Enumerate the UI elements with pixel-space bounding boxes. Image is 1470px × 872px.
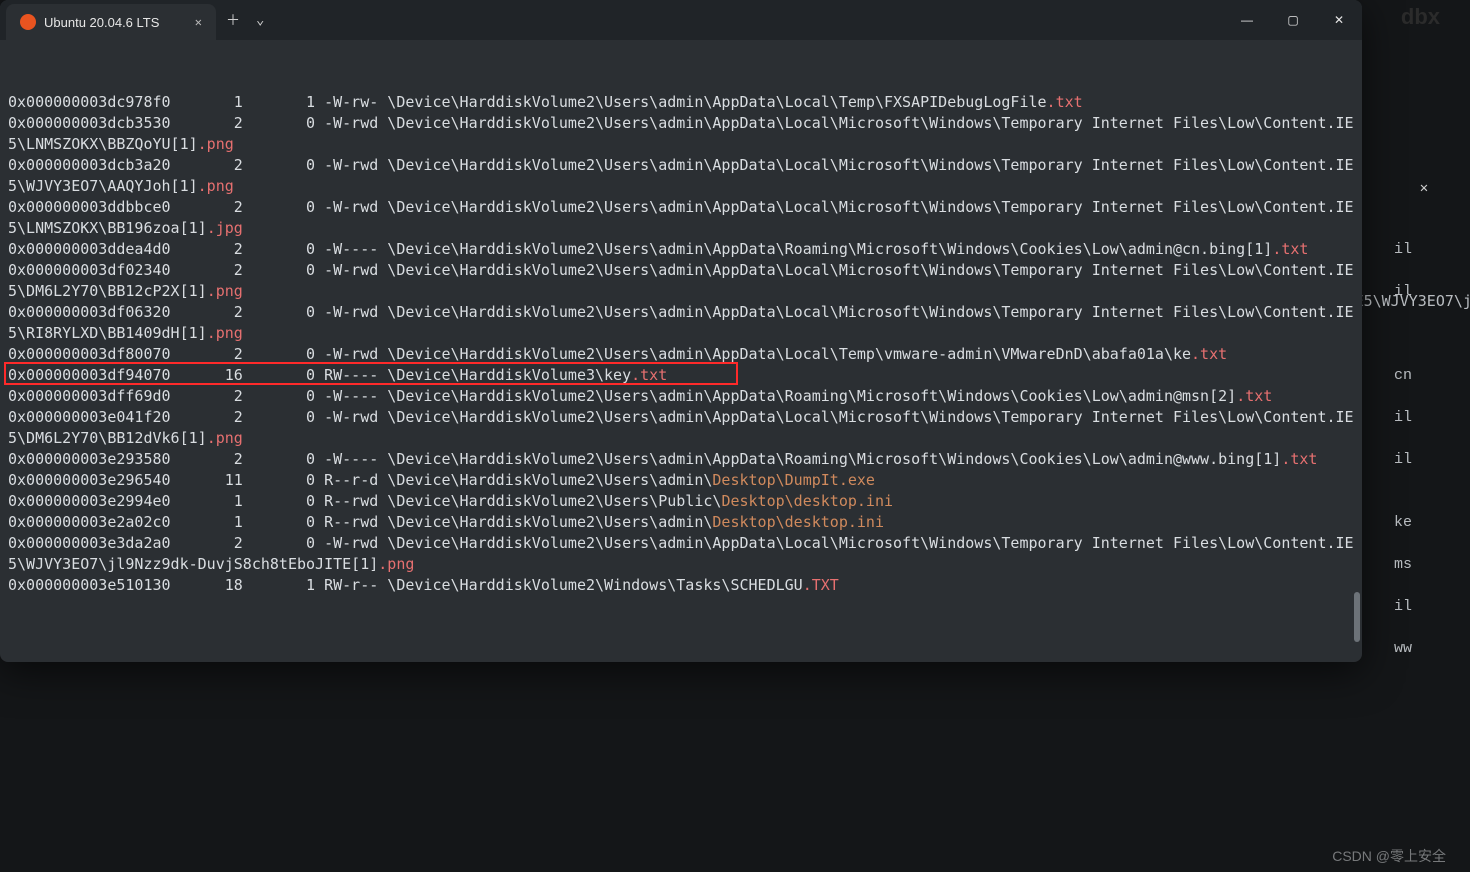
ubuntu-icon xyxy=(20,14,36,30)
output-line: 0x000000003df06320 2 0 -W-rwd \Device\Ha… xyxy=(8,302,1354,344)
background-close-icon[interactable]: ✕ xyxy=(1406,170,1442,206)
tab-ubuntu[interactable]: Ubuntu 20.04.6 LTS ✕ xyxy=(6,4,216,40)
maximize-button[interactable]: ▢ xyxy=(1270,0,1316,40)
output-line: 0x000000003e2994e0 1 0 R--rwd \Device\Ha… xyxy=(8,491,1354,512)
output-line: 0x000000003df94070 16 0 RW---- \Device\H… xyxy=(8,365,1354,386)
output-line: 0x000000003df02340 2 0 -W-rwd \Device\Ha… xyxy=(8,260,1354,302)
output-line: 0x000000003dc978f0 1 1 -W-rw- \Device\Ha… xyxy=(8,92,1354,113)
terminal-window: Ubuntu 20.04.6 LTS ✕ ＋ ⌄ — ▢ ✕ 0x0000000… xyxy=(0,0,1362,662)
output-line: 0x000000003ddea4d0 2 0 -W---- \Device\Ha… xyxy=(8,239,1354,260)
terminal-output[interactable]: 0x000000003dc978f0 1 1 -W-rw- \Device\Ha… xyxy=(0,40,1362,662)
bg-text-fragment: il xyxy=(1394,598,1412,615)
output-line: 0x000000003ddbbce0 2 0 -W-rwd \Device\Ha… xyxy=(8,197,1354,239)
close-button[interactable]: ✕ xyxy=(1316,0,1362,40)
output-line: 0x000000003e041f20 2 0 -W-rwd \Device\Ha… xyxy=(8,407,1354,449)
output-line: 0x000000003df80070 2 0 -W-rwd \Device\Ha… xyxy=(8,344,1354,365)
bg-text-fragment: il xyxy=(1394,241,1412,258)
tab-close-icon[interactable]: ✕ xyxy=(195,15,202,29)
background-app-label: dbx xyxy=(1401,4,1440,30)
bg-text-fragment: ww xyxy=(1394,640,1412,657)
output-line: 0x000000003e2a02c0 1 0 R--rwd \Device\Ha… xyxy=(8,512,1354,533)
output-line: 0x000000003dcb3530 2 0 -W-rwd \Device\Ha… xyxy=(8,113,1354,155)
new-tab-button[interactable]: ＋ xyxy=(226,10,240,30)
output-line: 0x000000003e510130 18 1 RW-r-- \Device\H… xyxy=(8,575,1354,596)
output-line: 0x000000003dff69d0 2 0 -W---- \Device\Ha… xyxy=(8,386,1354,407)
watermark: CSDN @零上安全 xyxy=(1332,846,1446,866)
bg-text-fragment: ms xyxy=(1394,556,1412,573)
output-line: 0x000000003dcb3a20 2 0 -W-rwd \Device\Ha… xyxy=(8,155,1354,197)
output-line: 0x000000003e3da2a0 2 0 -W-rwd \Device\Ha… xyxy=(8,533,1354,575)
bg-text-fragment: ke xyxy=(1394,514,1412,531)
output-line: 0x000000003e293580 2 0 -W---- \Device\Ha… xyxy=(8,449,1354,470)
tab-title: Ubuntu 20.04.6 LTS xyxy=(44,15,159,30)
minimize-button[interactable]: — xyxy=(1224,0,1270,40)
window-controls: — ▢ ✕ xyxy=(1224,0,1362,40)
output-line: 0x000000003e296540 11 0 R--r-d \Device\H… xyxy=(8,470,1354,491)
tab-dropdown-icon[interactable]: ⌄ xyxy=(256,12,264,28)
bg-text-fragment: cn xyxy=(1394,367,1412,384)
bg-text-fragment: il xyxy=(1394,283,1412,300)
scrollbar-thumb[interactable] xyxy=(1354,592,1360,642)
bg-text-fragment: il xyxy=(1394,451,1412,468)
bg-text-fragment: il xyxy=(1394,409,1412,426)
titlebar: Ubuntu 20.04.6 LTS ✕ ＋ ⌄ — ▢ ✕ xyxy=(0,0,1362,40)
